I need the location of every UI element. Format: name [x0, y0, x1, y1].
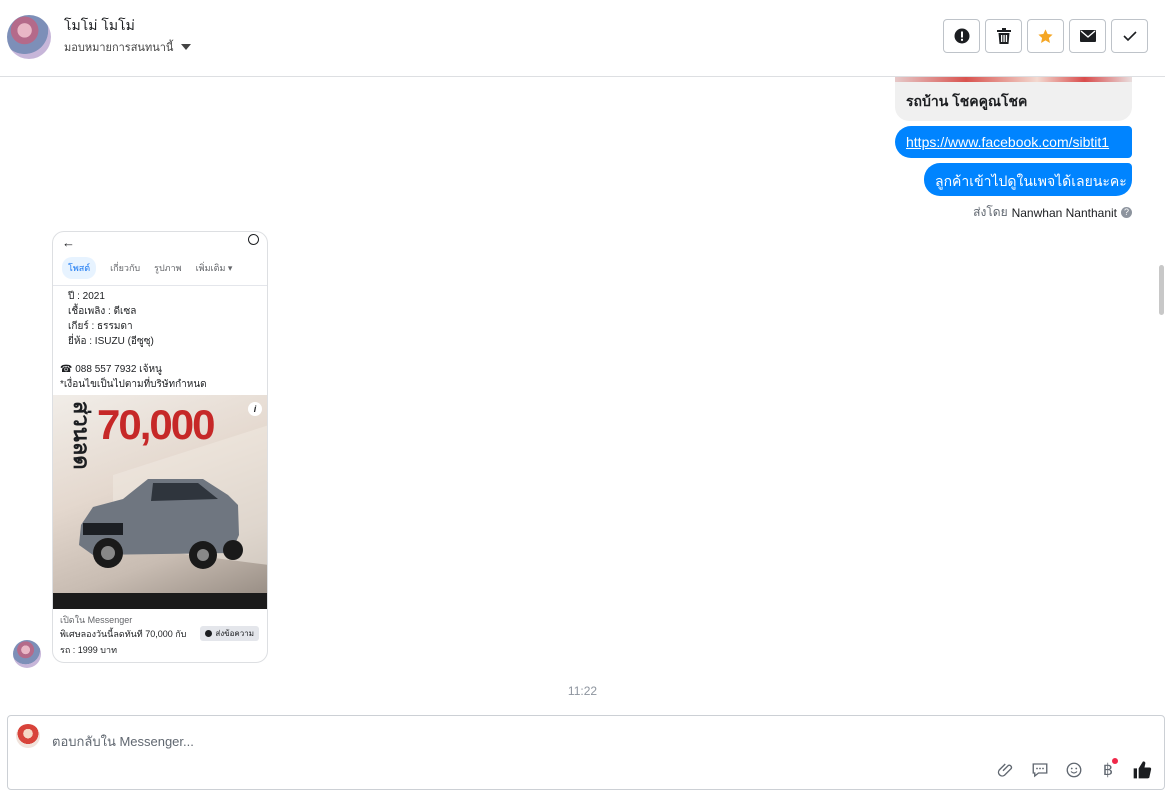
open-in-messenger: เปิดใน Messenger: [60, 615, 133, 625]
tab-photos: รูปภาพ: [154, 262, 182, 273]
star-button[interactable]: [1027, 19, 1064, 53]
send-message-button: ส่งข้อความ: [200, 626, 259, 641]
ad-caption: พิเศษลองวันนี้ลดทันที 70,000 กับ: [60, 629, 187, 639]
header-actions: [943, 19, 1148, 53]
mark-done-button[interactable]: [1111, 19, 1148, 53]
post-condition-line: *เงื่อนไขเป็นไปตามที่บริษัทกำหนด: [60, 379, 207, 390]
conversation-header: โมโม่ โมโม่ มอบหมายการสนทนานี้: [0, 0, 1165, 77]
saved-replies-icon[interactable]: [1030, 760, 1050, 780]
thread-scrollbar[interactable]: [1157, 77, 1165, 707]
tab-more: เพิ่มเติม ▾: [195, 262, 233, 273]
notification-dot: [1112, 758, 1118, 764]
search-icon: [248, 234, 259, 245]
shared-post-screenshot[interactable]: ← โพสต์ เกี่ยวกับ รูปภาพ เพิ่มเติม ▾ ปี …: [52, 231, 268, 663]
composer-tools: ฿: [996, 758, 1152, 780]
delete-button[interactable]: [985, 19, 1022, 53]
assign-conversation-dropdown[interactable]: มอบหมายการสนทนานี้: [64, 38, 192, 56]
pickup-truck-image: [79, 425, 267, 569]
post-line: ยี่ห้อ : ISUZU (อีซูซุ): [68, 336, 154, 347]
sent-by-info: ส่งโดย Nanwhan Nanthanit ?: [973, 203, 1132, 222]
ad-caption-2: รถ : 1999 บาท: [60, 645, 118, 655]
help-icon[interactable]: ?: [1121, 207, 1132, 218]
message-timestamp: 11:22: [567, 684, 598, 698]
tab-about: เกี่ยวกับ: [110, 262, 141, 273]
assign-label: มอบหมายการสนทนานี้: [64, 42, 174, 54]
scrollbar-thumb[interactable]: [1159, 265, 1164, 315]
messenger-icon: [205, 630, 213, 637]
contact-avatar[interactable]: [7, 15, 51, 59]
my-avatar: [16, 724, 40, 748]
post-line: เชื้อเพลิง : ดีเซล: [68, 306, 137, 317]
star-icon: [1038, 28, 1053, 43]
link-preview-card[interactable]: รถบ้าน โชคคูณโชค: [895, 77, 1132, 121]
text-message-bubble: ลูกค้าเข้าไปดูในเพจได้เลยนะคะ: [924, 163, 1132, 196]
mark-spam-button[interactable]: [943, 19, 980, 53]
tab-posts: โพสต์: [62, 256, 97, 279]
sent-by-name: Nanwhan Nanthanit: [1011, 205, 1117, 220]
emoji-icon[interactable]: [1064, 760, 1084, 780]
contact-avatar-small[interactable]: [13, 640, 41, 668]
trash-icon: [996, 28, 1011, 44]
sent-by-prefix: ส่งโดย: [973, 205, 1008, 219]
post-line: ปี : 2021: [68, 291, 105, 302]
ad-footer: [53, 593, 267, 609]
ad-image: ส่วนลด 70,000 i: [53, 395, 267, 609]
contact-name[interactable]: โมโม่ โมโม่: [64, 15, 135, 37]
post-line: เกียร์ : ธรรมดา: [68, 321, 133, 332]
back-arrow-icon: ←: [62, 235, 75, 250]
attachment-icon[interactable]: [996, 760, 1016, 780]
url-message-bubble[interactable]: https://www.facebook.com/sibtit1: [895, 126, 1132, 158]
like-icon[interactable]: [1132, 760, 1152, 780]
mark-unread-button[interactable]: [1069, 19, 1106, 53]
mail-icon: [1079, 30, 1096, 42]
link-preview-image: [895, 77, 1132, 82]
post-topbar: ←: [53, 232, 267, 250]
payment-icon[interactable]: ฿: [1098, 758, 1118, 780]
post-description: ปี : 2021 เชื้อเพลิง : ดีเซล เกียร์ : ธร…: [53, 286, 267, 392]
page-tabs: โพสต์ เกี่ยวกับ รูปภาพ เพิ่มเติม ▾: [53, 250, 267, 286]
caret-down-icon: [181, 44, 192, 50]
post-phone-line: ☎ 088 557 7932 เจ้หนู: [60, 364, 162, 375]
link-preview-title: รถบ้าน โชคคูณโชค: [906, 93, 1028, 109]
reply-composer[interactable]: ตอบกลับใน Messenger... ฿: [7, 715, 1165, 790]
reply-input[interactable]: ตอบกลับใน Messenger...: [52, 731, 194, 752]
check-icon: [1122, 31, 1137, 42]
exclamation-icon: [954, 28, 969, 44]
